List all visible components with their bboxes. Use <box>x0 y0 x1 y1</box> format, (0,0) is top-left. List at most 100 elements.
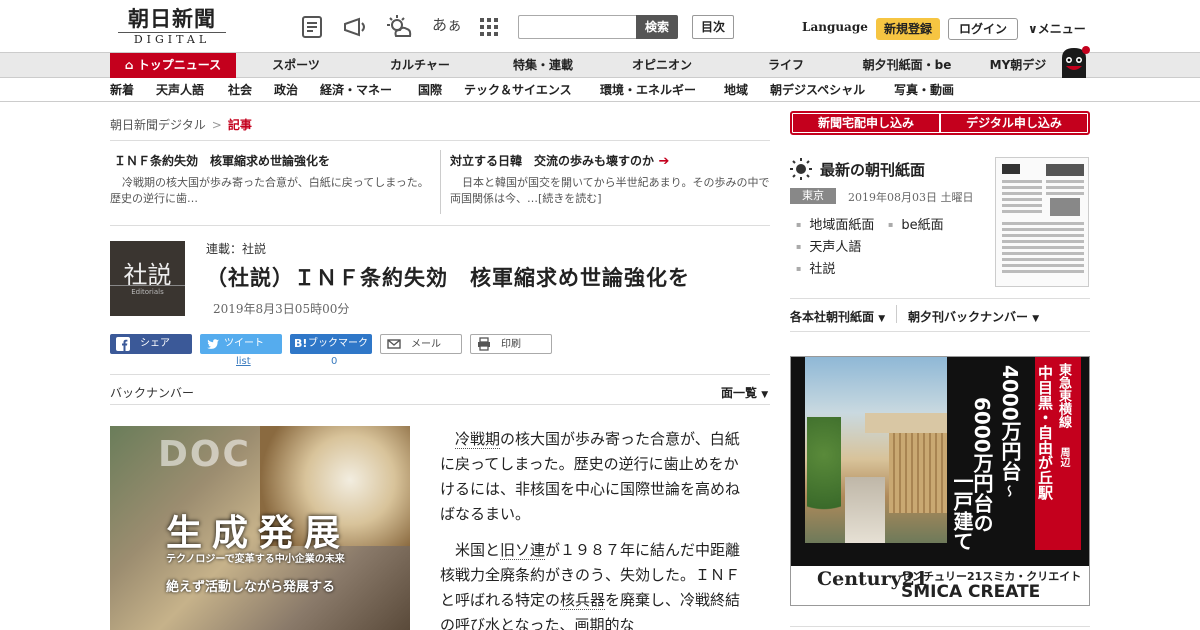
editorial-thumbnail: 社説 Editorials <box>110 241 185 316</box>
sponsored-banner[interactable]: DOC 生成発展 テクノロジーで変革する中小企業の未来 絶えず活動しながら発展す… <box>110 426 410 630</box>
subnav-society[interactable]: 社会 <box>228 79 252 101</box>
real-estate-ad[interactable]: 4000万円台 ～ 6000万円台の 一戸建て 東急東横線 中目黒・自由が丘駅 … <box>790 356 1090 606</box>
subnav-new[interactable]: 新着 <box>110 79 134 101</box>
share-label: シェア <box>140 338 170 349</box>
banner-tagline: 絶えず活動しながら発展する <box>166 580 336 595</box>
banner-headline: 生成発展 <box>166 513 351 554</box>
main-nav: ⌂ トップニュース スポーツ カルチャー 特集・連載 オピニオン ライフ 朝夕刊… <box>0 52 1200 78</box>
subscribe-digital-button[interactable]: デジタル申し込み <box>941 114 1087 132</box>
house-tree <box>807 417 841 543</box>
tweet-count-link[interactable]: list <box>236 356 251 367</box>
subscribe-box: 新聞宅配申し込み デジタル申し込み <box>790 111 1090 135</box>
region-badge: 東京 <box>790 188 836 204</box>
register-button[interactable]: 新規登録 <box>876 18 940 40</box>
facebook-share-button[interactable]: シェア <box>110 334 192 354</box>
divider <box>896 305 897 323</box>
twitter-icon <box>207 339 219 349</box>
megaphone-icon[interactable] <box>342 14 368 40</box>
dropdown-label: 朝夕刊バックナンバー <box>908 310 1029 324</box>
subnav-tensei[interactable]: 天声人語 <box>156 79 204 101</box>
related-article[interactable]: ＩＮＦ条約失効 核軍縮求め世論強化を 冷戦期の核大国が歩み寄った合意が、白紙に戻… <box>110 152 430 207</box>
subnav-environment[interactable]: 環境・エネルギー <box>600 79 696 101</box>
bookmark-count[interactable]: 0 <box>331 356 337 367</box>
divider <box>110 140 770 141</box>
ad-stations: 中目黒・自由が丘駅 <box>1036 365 1054 500</box>
nav-culture[interactable]: カルチャー <box>378 53 462 78</box>
nav-sports[interactable]: スポーツ <box>258 53 334 78</box>
editorial-link[interactable]: 社説 <box>796 258 835 277</box>
regional-page-link[interactable]: 地域面紙面 <box>796 214 874 233</box>
ad-line-name: 東急東横線 <box>1056 363 1071 428</box>
twitter-share-button[interactable]: ツイート <box>200 334 282 354</box>
grid-icon[interactable] <box>476 14 502 40</box>
glossary-link[interactable]: 冷戦期 <box>455 430 501 449</box>
regional-editions-dropdown[interactable]: 各本社朝刊紙面 ▼ <box>790 308 885 325</box>
glossary-link[interactable]: 旧ソ連 <box>500 541 546 560</box>
divider <box>110 374 770 375</box>
site-logo[interactable]: 朝日新聞 DIGITAL <box>118 8 226 46</box>
divider <box>790 298 1090 299</box>
font-size-icon[interactable]: あぁ <box>432 14 462 35</box>
subnav-world[interactable]: 国際 <box>418 79 442 101</box>
choukan-title[interactable]: 最新の朝刊紙面 <box>820 159 925 180</box>
related-title-text: 対立する日韓 交流の歩みも壊すのか <box>450 154 655 168</box>
ad-price-2: 6000万円台の <box>970 397 994 533</box>
divider <box>110 225 770 226</box>
subnav-photo[interactable]: 写真・動画 <box>894 79 954 101</box>
related-article[interactable]: 対立する日韓 交流の歩みも壊すのか ➔ 日本と韓国が国交を開いてから半世紀あまり… <box>450 152 770 207</box>
page-list-dropdown[interactable]: 面一覧 ▼ <box>721 384 768 401</box>
divider <box>790 331 1090 332</box>
subnav-region[interactable]: 地域 <box>724 79 748 101</box>
mail-share-button[interactable]: メール <box>380 334 462 354</box>
contents-button[interactable]: 目次 <box>692 15 734 39</box>
caret-down-icon: ▼ <box>761 390 769 400</box>
site-header: 朝日新聞 DIGITAL あぁ 検索 目次 Language 新規登録 ログイン… <box>0 0 1200 52</box>
sub-nav: 新着 天声人語 社会 政治 経済・マネー 国際 テック＆サイエンス 環境・エネル… <box>0 79 1200 102</box>
subnav-special[interactable]: 朝デジスペシャル <box>770 79 865 101</box>
ad-price-1: 4000万円台 <box>998 365 1022 481</box>
breadcrumb-sep: > <box>211 118 222 132</box>
front-page-thumbnail[interactable] <box>995 157 1089 287</box>
subnav-economy[interactable]: 経済・マネー <box>320 79 392 101</box>
nav-my-asadigi[interactable]: MY朝デジ <box>982 53 1054 78</box>
caret-down-icon: ▼ <box>878 314 886 324</box>
bookmark-label: ブックマーク <box>308 338 368 349</box>
related-title: ＩＮＦ条約失効 核軍縮求め世論強化を <box>114 154 331 168</box>
banner-sign-text: DOC <box>158 434 251 475</box>
divider <box>790 626 1090 627</box>
logo-wordmark: 朝日新聞 <box>128 6 216 31</box>
menu-button[interactable]: ∨メニュー <box>1028 20 1086 37</box>
glossary-link[interactable]: 核兵器 <box>560 591 606 610</box>
weather-icon[interactable] <box>386 14 412 40</box>
tensei-link[interactable]: 天声人語 <box>796 236 861 255</box>
chevron-down-icon: ∨ <box>1028 22 1038 36</box>
ad-vicinity: 周辺 <box>1058 447 1069 467</box>
article-body: 冷戦期の核大国が歩み寄った合意が、白紙に戻ってしまった。歴史の逆行に歯止めをかけ… <box>440 427 750 630</box>
nav-paper[interactable]: 朝夕刊紙面・be <box>852 53 962 78</box>
nav-top-news[interactable]: ⌂ トップニュース <box>110 53 236 78</box>
print-button[interactable]: 印刷 <box>470 334 552 354</box>
nav-opinion[interactable]: オピニオン <box>620 53 704 78</box>
page-list-label: 面一覧 <box>721 386 758 400</box>
nav-life[interactable]: ライフ <box>756 53 816 78</box>
language-link[interactable]: Language <box>802 20 868 34</box>
subscribe-paper-button[interactable]: 新聞宅配申し込み <box>793 114 939 132</box>
house-roof <box>865 413 947 433</box>
search-button[interactable]: 検索 <box>636 15 678 39</box>
related-desc: 日本と韓国が国交を開いてから半世紀あまり。その歩みの中で両国関係は今、…[続きを… <box>450 176 770 205</box>
sun-icon <box>790 158 812 180</box>
subnav-politics[interactable]: 政治 <box>274 79 298 101</box>
login-button[interactable]: ログイン <box>948 18 1018 40</box>
search-input[interactable] <box>518 15 638 39</box>
newspaper-icon[interactable] <box>300 14 326 40</box>
hatena-bookmark-button[interactable]: B! ブックマーク <box>290 334 372 354</box>
nav-features[interactable]: 特集・連載 <box>498 53 588 78</box>
back-numbers-dropdown[interactable]: 朝夕刊バックナンバー ▼ <box>908 308 1039 325</box>
series-label[interactable]: 連載：社説 <box>206 240 266 257</box>
hatena-icon: B! <box>294 337 308 350</box>
menu-label: メニュー <box>1037 22 1086 36</box>
related-desc: 冷戦期の核大国が歩み寄った合意が、白紙に戻ってしまった。歴史の逆行に歯… <box>110 176 429 205</box>
subnav-tech[interactable]: テック＆サイエンス <box>464 79 572 101</box>
be-page-link[interactable]: be紙面 <box>888 214 943 233</box>
breadcrumb-root[interactable]: 朝日新聞デジタル <box>110 118 206 132</box>
